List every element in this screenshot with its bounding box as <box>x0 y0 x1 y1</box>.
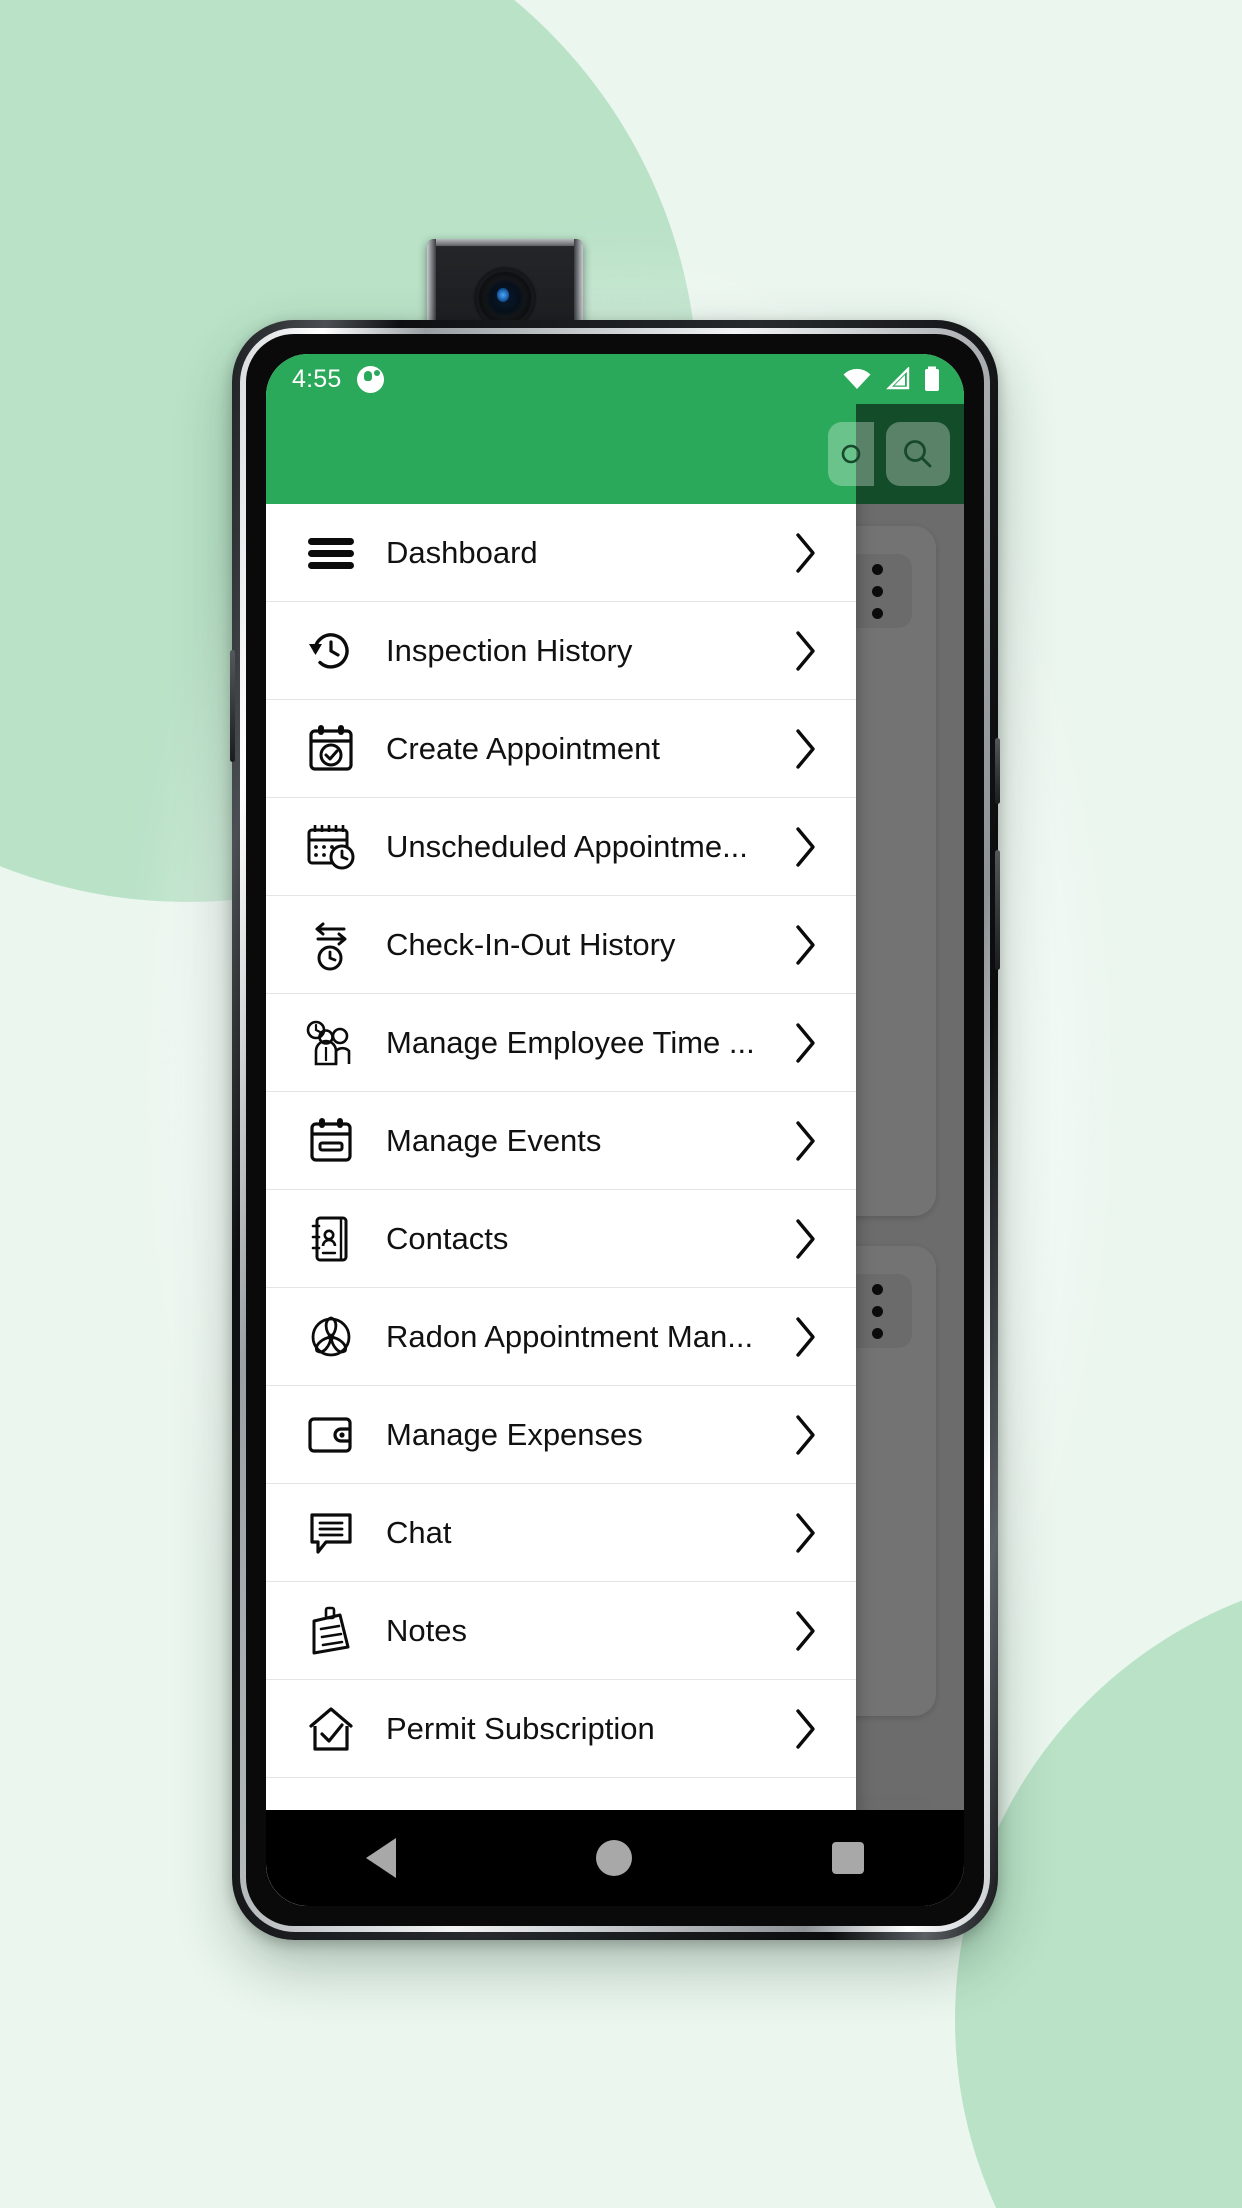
sidebar-item-label: Unscheduled Appointme... <box>386 828 748 864</box>
sidebar-item-contacts[interactable]: Contacts <box>266 1190 856 1288</box>
sidebar-item-dashboard[interactable]: Dashboard <box>266 504 856 602</box>
hamburger-dashboard-icon <box>300 522 362 584</box>
wallet-icon <box>300 1404 362 1466</box>
sidebar-item-manage-events[interactable]: Manage Events <box>266 1092 856 1190</box>
android-nav-bar <box>266 1810 964 1906</box>
chevron-right-icon <box>786 923 826 967</box>
sidebar-item-unscheduled-appointments[interactable]: Unscheduled Appointme... <box>266 798 856 896</box>
calendar-event-icon <box>300 1110 362 1172</box>
android-back-icon[interactable] <box>366 1838 396 1878</box>
sidebar-item-label: Contacts <box>386 1220 509 1256</box>
cellular-signal-icon <box>886 367 910 390</box>
power-button[interactable] <box>995 738 1000 804</box>
chevron-right-icon <box>786 727 826 771</box>
sidebar-item-label: Permit Subscription <box>386 1710 655 1746</box>
radon-fan-icon <box>300 1306 362 1368</box>
search-icon <box>904 440 932 468</box>
sidebar-item-label: Check-In-Out History <box>386 926 676 962</box>
secondary-action-icon <box>841 444 861 464</box>
phone-screen: 4:55 Dashboard Inspection History Create… <box>266 354 964 1906</box>
android-recents-icon[interactable] <box>832 1842 864 1874</box>
camera-top-strip <box>436 239 574 246</box>
sidebar-item-notes[interactable]: Notes <box>266 1582 856 1680</box>
search-button[interactable] <box>886 422 950 486</box>
chevron-right-icon <box>786 825 826 869</box>
sidebar-item-chat[interactable]: Chat <box>266 1484 856 1582</box>
status-bar: 4:55 <box>266 354 964 404</box>
drawer-menu-list[interactable]: Dashboard Inspection History Create Appo… <box>266 504 856 1906</box>
sidebar-item-label: Create Appointment <box>386 730 661 766</box>
app-header <box>266 404 964 504</box>
sidebar-item-label: Manage Expenses <box>386 1416 643 1452</box>
status-bar-icons <box>842 366 940 392</box>
sidebar-item-label: Chat <box>386 1514 452 1550</box>
app-notification-icon <box>357 365 385 393</box>
sidebar-item-radon-appointment-management[interactable]: Radon Appointment Man... <box>266 1288 856 1386</box>
sidebar-item-permit-subscription[interactable]: Permit Subscription <box>266 1680 856 1778</box>
address-book-icon <box>300 1208 362 1270</box>
sidebar-item-create-appointment[interactable]: Create Appointment <box>266 700 856 798</box>
wifi-icon <box>843 368 871 389</box>
notes-clipboard-icon <box>300 1600 362 1662</box>
sidebar-item-label: Manage Events <box>386 1122 602 1158</box>
employees-time-icon <box>300 1012 362 1074</box>
assistant-button[interactable] <box>995 850 1000 970</box>
phone-device: 4:55 Dashboard Inspection History Create… <box>230 320 1000 1940</box>
sidebar-item-label: Notes <box>386 1612 467 1648</box>
arrows-clock-icon <box>300 914 362 976</box>
sidebar-item-inspection-history[interactable]: Inspection History <box>266 602 856 700</box>
sidebar-item-check-in-out-history[interactable]: Check-In-Out History <box>266 896 856 994</box>
chevron-right-icon <box>786 1511 826 1555</box>
phone-screen-frame: 4:55 Dashboard Inspection History Create… <box>246 334 984 1926</box>
status-bar-time: 4:55 <box>292 364 342 393</box>
chevron-right-icon <box>786 629 826 673</box>
chevron-right-icon <box>786 1413 826 1457</box>
android-home-icon[interactable] <box>596 1840 632 1876</box>
chevron-right-icon <box>786 1021 826 1065</box>
sidebar-item-label: Radon Appointment Man... <box>386 1318 754 1354</box>
chevron-right-icon <box>786 1315 826 1359</box>
chevron-right-icon <box>786 1707 826 1751</box>
chevron-right-icon <box>786 1119 826 1163</box>
chevron-right-icon <box>786 531 826 575</box>
sidebar-item-label: Manage Employee Time ... <box>386 1024 755 1060</box>
navigation-drawer: Menu Version 2.0.18 Dashboard <box>266 404 856 1906</box>
sidebar-item-manage-expenses[interactable]: Manage Expenses <box>266 1386 856 1484</box>
header-actions <box>828 422 950 486</box>
calendar-clock-icon <box>300 816 362 878</box>
battery-icon <box>925 366 939 391</box>
history-clock-icon <box>300 620 362 682</box>
chevron-right-icon <box>786 1609 826 1653</box>
sidebar-item-label: Dashboard <box>386 534 538 570</box>
secondary-action-button[interactable] <box>828 422 874 486</box>
chat-bubble-icon <box>300 1502 362 1564</box>
volume-button[interactable] <box>230 650 235 762</box>
home-check-icon <box>300 1698 362 1760</box>
sidebar-item-manage-employee-time[interactable]: Manage Employee Time ... <box>266 994 856 1092</box>
sidebar-item-label: Inspection History <box>386 632 633 668</box>
calendar-check-icon <box>300 718 362 780</box>
chevron-right-icon <box>786 1217 826 1261</box>
